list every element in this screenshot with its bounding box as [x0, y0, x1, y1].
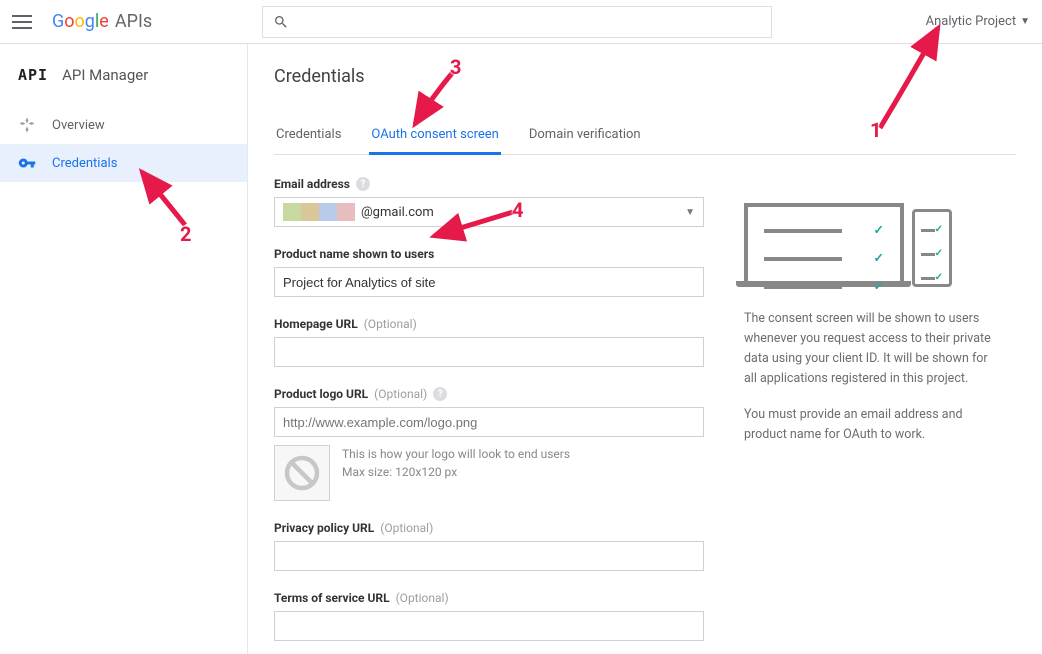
sidebar: API API Manager Overview Credentials — [0, 44, 248, 654]
google-apis-logo[interactable]: Google APIs — [52, 11, 152, 32]
menu-icon[interactable] — [12, 15, 32, 29]
help-icon[interactable]: ? — [356, 177, 370, 191]
product-name-label: Product name shown to users — [274, 247, 704, 261]
tab-domain-verification[interactable]: Domain verification — [527, 127, 643, 154]
email-label: Email address ? — [274, 177, 704, 191]
api-badge: API — [18, 66, 48, 84]
caret-down-icon: ▼ — [1020, 16, 1030, 27]
product-name-input[interactable] — [274, 267, 704, 297]
product-logo-input[interactable] — [274, 407, 704, 437]
key-icon — [18, 154, 36, 172]
info-paragraph: The consent screen will be shown to user… — [744, 309, 994, 389]
page-title: Credentials — [274, 66, 1016, 87]
tos-url-label: Terms of service URL (Optional) — [274, 591, 704, 605]
sidebar-item-credentials[interactable]: Credentials — [0, 144, 247, 182]
email-value: @gmail.com — [361, 205, 434, 220]
tos-url-input[interactable] — [274, 611, 704, 641]
sidebar-item-label: Credentials — [52, 156, 117, 171]
help-icon[interactable]: ? — [433, 387, 447, 401]
privacy-url-input[interactable] — [274, 541, 704, 571]
overview-icon — [18, 116, 36, 134]
search-icon — [273, 14, 289, 30]
main-content: Credentials Credentials OAuth consent sc… — [248, 44, 1042, 654]
email-select[interactable]: @gmail.com ▼ — [274, 197, 704, 227]
tab-oauth-consent[interactable]: OAuth consent screen — [369, 127, 500, 155]
sidebar-item-overview[interactable]: Overview — [0, 106, 247, 144]
info-paragraph: You must provide an email address and pr… — [744, 405, 994, 445]
homepage-url-input[interactable] — [274, 337, 704, 367]
sidebar-item-label: Overview — [52, 118, 105, 133]
tab-credentials[interactable]: Credentials — [274, 127, 343, 154]
logo-apis-text: APIs — [115, 11, 152, 32]
homepage-url-label: Homepage URL (Optional) — [274, 317, 704, 331]
tabs: Credentials OAuth consent screen Domain … — [274, 127, 1016, 155]
caret-down-icon: ▼ — [685, 207, 695, 218]
sidebar-header: API API Manager — [0, 44, 247, 106]
logo-hint: This is how your logo will look to end u… — [342, 445, 570, 501]
product-logo-label: Product logo URL (Optional) ? — [274, 387, 704, 401]
sidebar-title: API Manager — [62, 66, 148, 84]
avatar-swatch — [283, 203, 355, 221]
privacy-url-label: Privacy policy URL (Optional) — [274, 521, 704, 535]
search-input[interactable] — [262, 6, 772, 38]
project-name: Analytic Project — [926, 14, 1016, 29]
consent-illustration: ✓ ✓ ✓ ✓ ✓ ✓ — [744, 177, 994, 287]
top-bar: Google APIs Analytic Project ▼ — [0, 0, 1042, 44]
info-panel: ✓ ✓ ✓ ✓ ✓ ✓ The consent — [744, 177, 994, 654]
consent-form: Email address ? @gmail.com ▼ — [274, 177, 704, 654]
project-picker[interactable]: Analytic Project ▼ — [926, 14, 1030, 29]
logo-preview — [274, 445, 330, 501]
